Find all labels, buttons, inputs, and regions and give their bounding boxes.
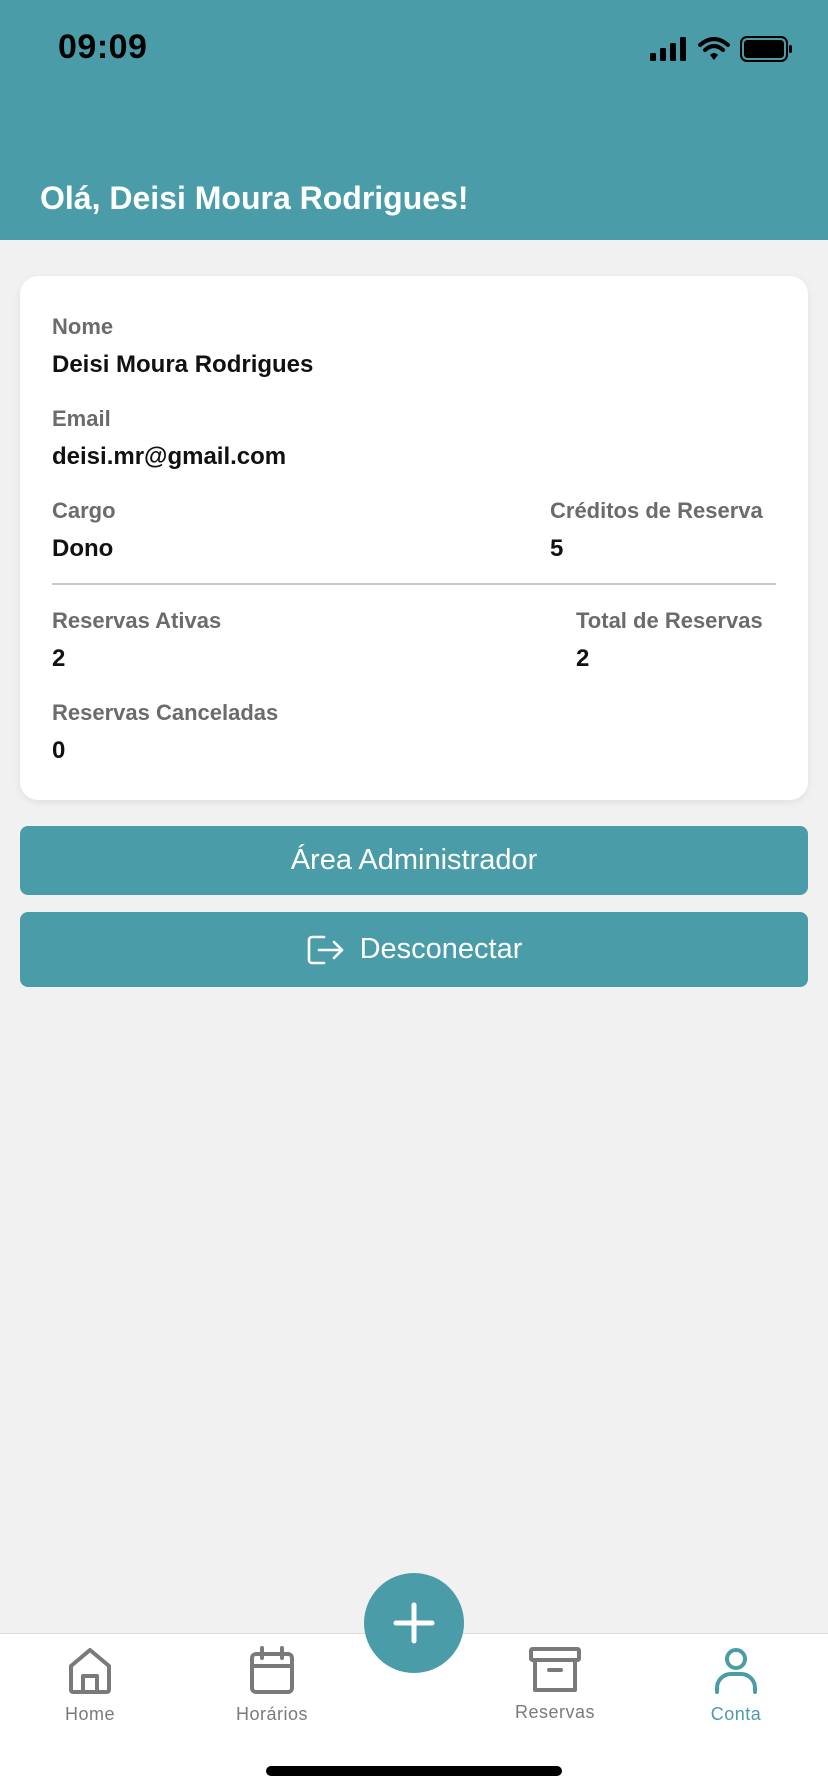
greeting-title: Olá, Deisi Moura Rodrigues! [40, 180, 469, 216]
battery-icon [740, 36, 792, 62]
status-time: 09:09 [58, 28, 148, 66]
name-label: Nome [52, 314, 114, 339]
name-value: Deisi Moura Rodrigues [52, 351, 314, 378]
signal-icon [650, 37, 686, 61]
credits-label: Créditos de Reserva [550, 498, 763, 523]
home-icon [69, 1648, 111, 1694]
add-reservation-button[interactable] [364, 1573, 464, 1673]
cancelled-reservations-label: Reservas Canceladas [52, 700, 279, 725]
wifi-icon [698, 37, 730, 60]
logout-button[interactable]: Desconectar [20, 912, 808, 987]
credits-value: 5 [550, 535, 564, 562]
cancelled-reservations-value: 0 [52, 737, 66, 764]
role-label: Cargo [52, 498, 116, 523]
calendar-icon [250, 1646, 294, 1694]
tab-conta[interactable]: Conta [671, 1646, 801, 1725]
tab-reservas[interactable]: Reservas [490, 1646, 620, 1723]
status-icons [650, 36, 794, 62]
archive-icon [529, 1647, 581, 1692]
home-indicator [266, 1766, 562, 1776]
tab-conta-label: Conta [710, 1704, 762, 1724]
card-divider [52, 583, 776, 585]
tab-home-label: Home [64, 1704, 115, 1724]
total-reservations-label: Total de Reservas [576, 608, 763, 633]
tab-horarios[interactable]: Horários [207, 1646, 337, 1725]
active-reservations-value: 2 [52, 645, 66, 672]
admin-area-button[interactable]: Área Administrador [20, 826, 808, 895]
tab-reservas-label: Reservas [514, 1702, 596, 1722]
email-label: Email [52, 406, 111, 431]
user-icon [715, 1648, 757, 1694]
email-value: deisi.mr@gmail.com [52, 443, 287, 470]
logout-icon [307, 935, 343, 964]
app-header: 09:09 Olá, Deisi Moura Rodrigues! [0, 0, 828, 240]
logout-label: Desconectar [359, 933, 523, 965]
admin-area-label: Área Administrador [290, 844, 538, 876]
plus-icon [393, 1602, 435, 1644]
profile-card: Nome Deisi Moura Rodrigues Email deisi.m… [20, 276, 808, 800]
tab-home[interactable]: Home [25, 1646, 155, 1725]
active-reservations-label: Reservas Ativas [52, 608, 222, 633]
total-reservations-value: 2 [576, 645, 590, 672]
role-value: Dono [52, 535, 114, 562]
tab-horarios-label: Horários [235, 1704, 309, 1724]
